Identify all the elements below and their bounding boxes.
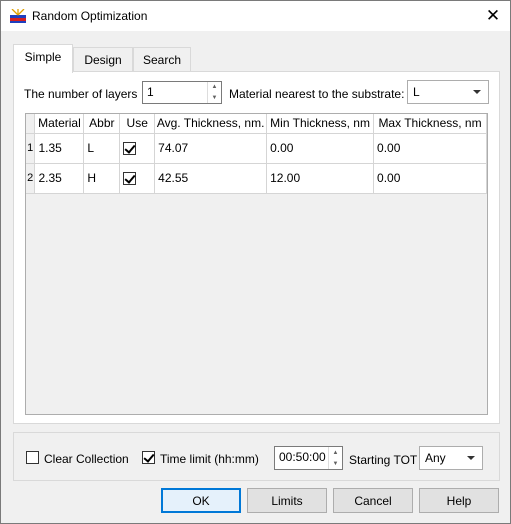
cell-max-thickness[interactable]: 0.00 xyxy=(373,133,487,164)
tab-search[interactable]: Search xyxy=(133,47,191,72)
layers-label: The number of layers xyxy=(24,87,138,101)
time-limit-checkbox[interactable] xyxy=(142,451,155,464)
close-button[interactable]: ✕ xyxy=(476,1,510,31)
column-header-material[interactable]: Material xyxy=(34,114,85,134)
time-spin-arrows: ▲ ▼ xyxy=(328,447,342,469)
cell-abbr[interactable]: H xyxy=(83,163,121,194)
simple-tab-panel: The number of layers 1 ▲ ▼ Material near… xyxy=(13,71,500,424)
layers-grid[interactable]: Material Abbr Use Avg. Thickness, nm. Mi… xyxy=(25,113,488,415)
title-bar: Random Optimization ✕ xyxy=(1,1,510,31)
chevron-down-icon xyxy=(473,90,481,94)
grid-corner xyxy=(26,114,36,134)
table-row: 2 2.35 H 42.55 12.00 0.00 xyxy=(26,163,487,194)
ok-button[interactable]: OK xyxy=(161,488,241,513)
column-header-min-thickness[interactable]: Min Thickness, nm xyxy=(266,114,375,134)
column-header-max-thickness[interactable]: Max Thickness, nm xyxy=(373,114,487,134)
options-group: Clear Collection Time limit (hh:mm) 00:5… xyxy=(13,432,500,481)
chevron-down-icon xyxy=(467,456,475,460)
cell-abbr[interactable]: L xyxy=(83,133,121,164)
row-header[interactable]: 1 xyxy=(26,133,36,164)
limits-button[interactable]: Limits xyxy=(247,488,327,513)
spin-down-icon[interactable]: ▼ xyxy=(329,458,342,469)
spin-down-icon[interactable]: ▼ xyxy=(208,93,221,104)
help-button[interactable]: Help xyxy=(419,488,499,513)
spin-up-icon[interactable]: ▲ xyxy=(208,82,221,93)
close-icon: ✕ xyxy=(485,6,501,25)
material-nearest-select[interactable]: L xyxy=(407,80,489,104)
window-title: Random Optimization xyxy=(32,9,148,23)
time-limit-value: 00:50:00 xyxy=(279,450,326,464)
grid-header-row: Material Abbr Use Avg. Thickness, nm. Mi… xyxy=(26,114,487,134)
cell-use[interactable] xyxy=(119,133,156,164)
material-nearest-value: L xyxy=(413,85,420,99)
app-icon xyxy=(10,9,26,23)
starting-tot-value: Any xyxy=(425,451,446,465)
cell-min-thickness[interactable]: 12.00 xyxy=(266,163,375,194)
use-checkbox[interactable] xyxy=(123,142,137,156)
layers-spinbox[interactable]: 1 ▲ ▼ xyxy=(142,81,222,104)
cell-avg-thickness[interactable]: 74.07 xyxy=(154,133,268,164)
use-checkbox[interactable] xyxy=(123,172,137,186)
column-header-avg-thickness[interactable]: Avg. Thickness, nm. xyxy=(154,114,268,134)
cell-avg-thickness[interactable]: 42.55 xyxy=(154,163,268,194)
cell-material[interactable]: 2.35 xyxy=(34,163,85,194)
table-row: 1 1.35 L 74.07 0.00 0.00 xyxy=(26,133,487,164)
cell-material[interactable]: 1.35 xyxy=(34,133,85,164)
cancel-button[interactable]: Cancel xyxy=(333,488,413,513)
starting-tot-label: Starting TOT xyxy=(349,453,418,467)
layers-spin-arrows: ▲ ▼ xyxy=(207,82,221,103)
cell-max-thickness[interactable]: 0.00 xyxy=(373,163,487,194)
spin-up-icon[interactable]: ▲ xyxy=(329,447,342,458)
cell-use[interactable] xyxy=(119,163,156,194)
clear-collection-checkbox[interactable] xyxy=(26,451,39,464)
column-header-use[interactable]: Use xyxy=(119,114,156,134)
cell-min-thickness[interactable]: 0.00 xyxy=(266,133,375,164)
layers-value: 1 xyxy=(147,85,154,99)
tab-design[interactable]: Design xyxy=(73,47,133,72)
tab-simple[interactable]: Simple xyxy=(13,44,73,73)
material-nearest-label: Material nearest to the substrate: xyxy=(229,87,405,101)
time-limit-spinbox[interactable]: 00:50:00 ▲ ▼ xyxy=(274,446,343,470)
starting-tot-select[interactable]: Any xyxy=(419,446,483,470)
dialog-window: Random Optimization ✕ Simple Design Sear… xyxy=(0,0,511,524)
row-header[interactable]: 2 xyxy=(26,163,36,194)
clear-collection-label[interactable]: Clear Collection xyxy=(44,452,129,466)
time-limit-label[interactable]: Time limit (hh:mm) xyxy=(160,452,259,466)
column-header-abbr[interactable]: Abbr xyxy=(83,114,121,134)
